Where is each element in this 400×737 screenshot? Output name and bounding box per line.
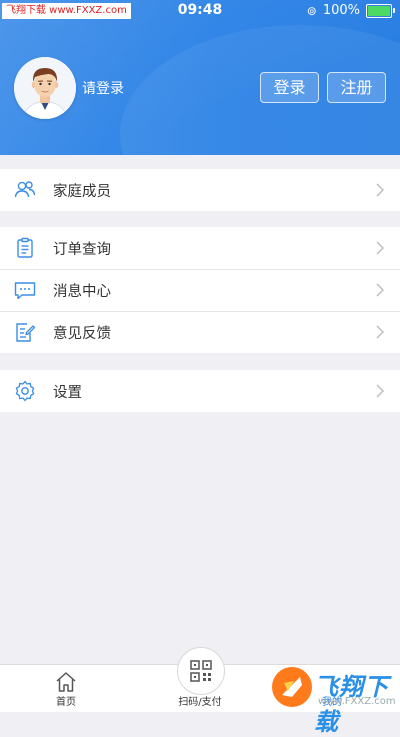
menu-item-orders[interactable]: 订单查询: [0, 227, 400, 269]
order-clipboard-icon: [17, 237, 33, 258]
menu-item-settings[interactable]: 设置: [0, 370, 400, 412]
battery-percent: 100%: [322, 3, 360, 18]
scan-button[interactable]: [177, 647, 225, 695]
gear-icon: [15, 380, 35, 402]
menu-item-feedback[interactable]: 意见反馈: [0, 311, 400, 353]
menu-item-messages-label: 消息中心: [53, 283, 111, 300]
battery-icon: [366, 3, 395, 18]
chevron-right-icon: [376, 283, 385, 297]
avatar[interactable]: [14, 57, 76, 119]
tab-scan-label: 扫码/支付: [178, 697, 222, 708]
chevron-right-icon: [376, 325, 385, 339]
menu-item-family[interactable]: 家庭成员: [0, 169, 400, 211]
tab-home[interactable]: 首页: [26, 665, 106, 712]
tab-scan[interactable]: 扫码/支付: [160, 647, 240, 712]
chevron-right-icon: [376, 384, 385, 398]
message-bubble-icon: [14, 282, 36, 300]
menu-group-main: 订单查询 消息中心 意见反馈: [0, 227, 400, 353]
tab-home-label: 首页: [56, 697, 76, 708]
chevron-right-icon: [376, 241, 385, 255]
menu-item-family-label: 家庭成员: [53, 183, 111, 200]
menu-item-orders-label: 订单查询: [53, 241, 111, 258]
menu-group-family: 家庭成员: [0, 169, 400, 211]
feedback-edit-icon: [16, 323, 36, 342]
watermark-logo: 飞翔下载 www.FXXZ.com: [266, 663, 400, 736]
status-bar: 飞翔下载 www.FXXZ.com 09:48 ⊚ 100%: [0, 0, 400, 22]
profile-header: 飞翔下载 www.FXXZ.com 09:48 ⊚ 100% 请登录 登录 注册: [0, 0, 400, 155]
family-members-icon: [14, 181, 36, 198]
login-button[interactable]: 登录: [260, 72, 319, 103]
menu-item-settings-label: 设置: [53, 384, 82, 401]
menu-group-settings: 设置: [0, 370, 400, 412]
brand-logo-icon: [272, 667, 312, 707]
chevron-right-icon: [376, 183, 385, 197]
login-prompt[interactable]: 请登录: [82, 78, 124, 98]
register-button[interactable]: 注册: [327, 72, 386, 103]
home-icon: [56, 672, 76, 692]
orientation-lock-icon: ⊚: [306, 3, 317, 18]
menu-item-messages[interactable]: 消息中心: [0, 269, 400, 311]
status-right: ⊚ 100%: [306, 3, 395, 18]
qr-code-icon: [190, 660, 212, 682]
watermark-url: www.FXXZ.com: [318, 696, 396, 707]
menu-item-feedback-label: 意见反馈: [53, 325, 111, 342]
